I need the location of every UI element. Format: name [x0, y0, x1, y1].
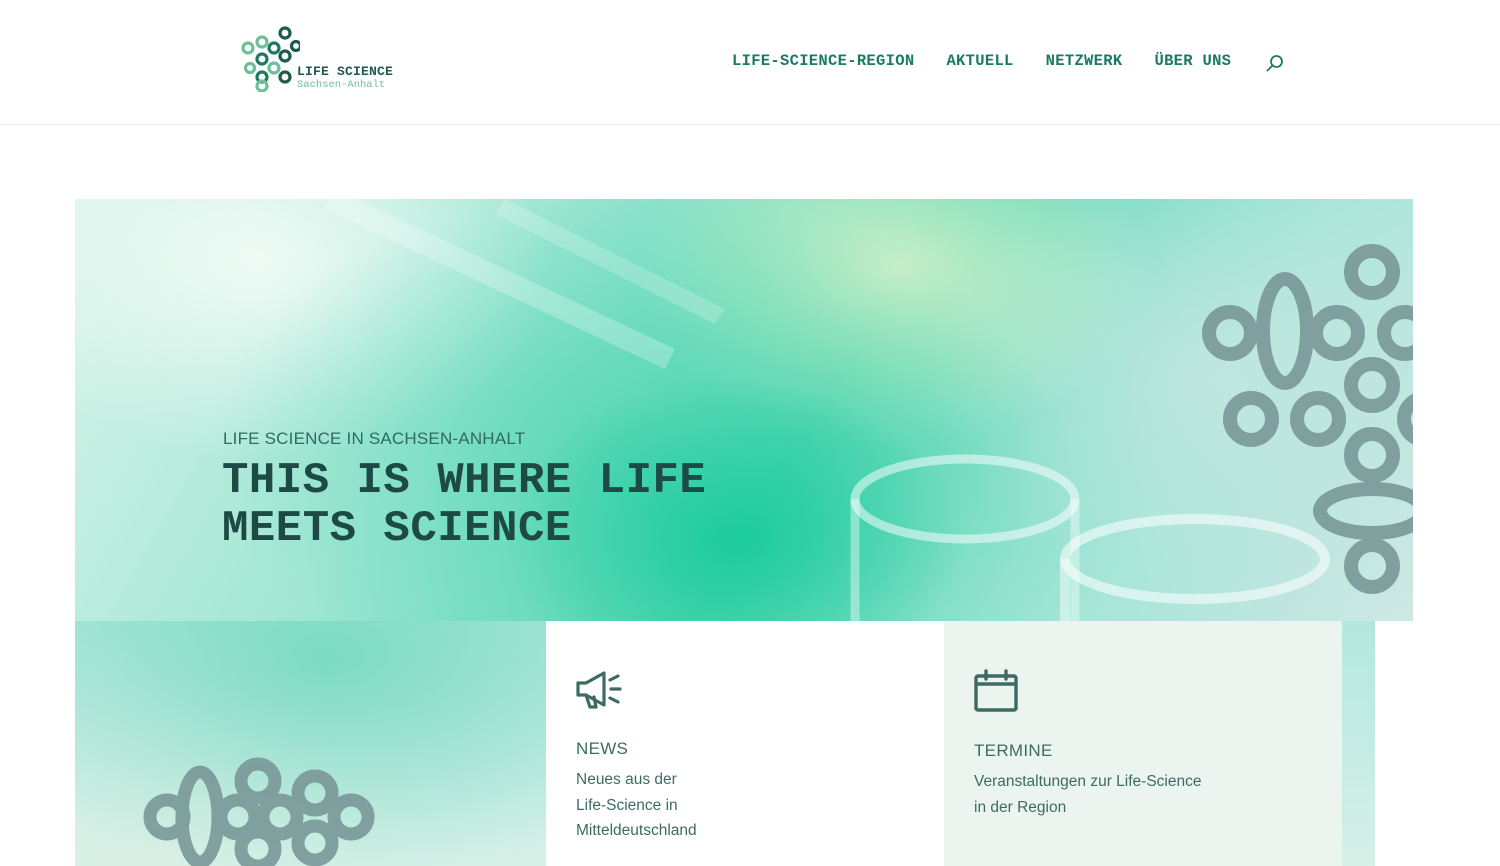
news-card[interactable]: NEWS Neues aus der Life-Science in Mitte… [546, 621, 944, 866]
news-card-text-line: Mitteldeutschland [576, 822, 697, 839]
termine-card-text-line: in der Region [974, 798, 1067, 816]
news-card-text-line: Neues aus der [576, 771, 677, 788]
calendar-icon [974, 669, 1018, 712]
termine-card-text: Veranstaltungen zur Life-Science in der … [974, 769, 1201, 820]
hero-banner [75, 199, 1413, 621]
logo-molecule-icon [241, 26, 303, 93]
news-card-text-line: Life-Science in [576, 796, 678, 814]
hero-headline-line-1: THIS IS WHERE LIFE [222, 456, 707, 506]
site-header: LIFE SCIENCE Sachsen-Anhalt LIFE-SCIENCE… [0, 0, 1500, 125]
search-icon [1266, 55, 1283, 72]
nav-item-aktuell[interactable]: AKTUELL [946, 52, 1013, 70]
termine-card[interactable]: TERMINE Veranstaltungen zur Life-Science… [944, 621, 1342, 866]
nav-item-life-science-region[interactable]: LIFE-SCIENCE-REGION [732, 52, 914, 70]
nav-item-ueber-uns[interactable]: ÜBER UNS [1154, 52, 1231, 70]
hero-headline: THIS IS WHERE LIFE MEETS SCIENCE [222, 457, 706, 553]
site-logo[interactable]: LIFE SCIENCE Sachsen-Anhalt [240, 26, 400, 93]
hero-headline-line-2: MEETS SCIENCE [222, 504, 572, 554]
termine-card-text-line: Veranstaltungen zur Life-Science [974, 773, 1202, 790]
lab-glassware-image [325, 199, 1413, 621]
megaphone-icon [576, 671, 622, 709]
logo-title: LIFE SCIENCE [297, 64, 394, 79]
logo-subtitle: Sachsen-Anhalt [297, 79, 386, 91]
main-nav: LIFE-SCIENCE-REGION AKTUELL NETZWERK ÜBE… [732, 52, 1231, 70]
news-card-text: Neues aus der Life-Science in Mitteldeut… [576, 767, 697, 844]
nav-item-netzwerk[interactable]: NETZWERK [1046, 52, 1123, 70]
termine-card-title: TERMINE [974, 741, 1053, 760]
news-card-title: NEWS [576, 739, 629, 758]
search-button[interactable] [1265, 54, 1285, 74]
hero-eyebrow: LIFE SCIENCE IN SACHSEN-ANHALT [223, 429, 526, 448]
